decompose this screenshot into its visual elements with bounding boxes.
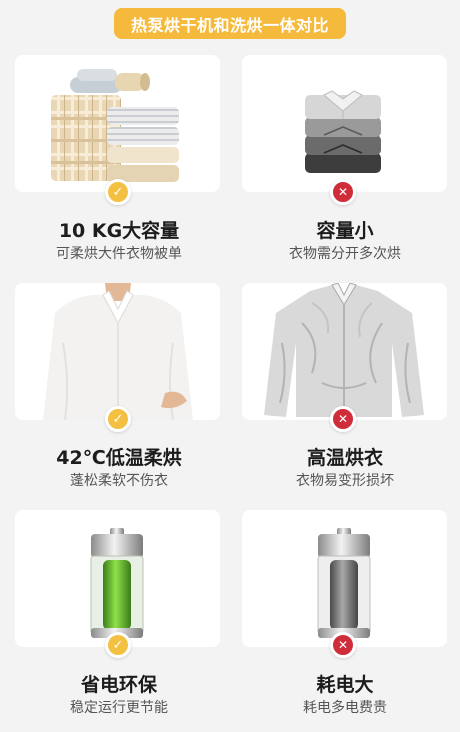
feature-heading: 省电环保 [80,674,157,696]
feature-subtitle: 稳定运行更节能 [70,700,168,716]
banner-title: 热泵烘干机和洗烘一体对比 [114,8,346,39]
grey-battery-image [242,510,447,647]
cross-icon: ✕ [330,632,356,658]
shirts-image [242,55,447,192]
white-blouse-image [15,283,220,420]
cross-icon: ✕ [330,406,356,432]
cross-icon: ✕ [330,179,356,205]
full-battery-image [15,510,220,647]
feature-heading: 42℃低温柔烘 [56,447,182,469]
feature-subtitle: 可柔烘大件衣物被单 [56,246,182,262]
checkmark-icon: ✓ [105,179,131,205]
towels-image [15,55,220,192]
feature-subtitle: 衣物易变形损坏 [296,473,394,489]
feature-heading: 高温烘衣 [306,447,383,469]
wrinkled-shirt-image [242,283,447,420]
feature-heading: 耗电大 [316,674,374,696]
feature-heading: 10 KG大容量 [58,220,180,242]
feature-subtitle: 耗电多电费贵 [303,700,387,716]
feature-heading: 容量小 [316,220,374,242]
feature-subtitle: 蓬松柔软不伤衣 [70,473,168,489]
feature-subtitle: 衣物需分开多次烘 [289,246,401,262]
checkmark-icon: ✓ [105,406,131,432]
checkmark-icon: ✓ [105,632,131,658]
